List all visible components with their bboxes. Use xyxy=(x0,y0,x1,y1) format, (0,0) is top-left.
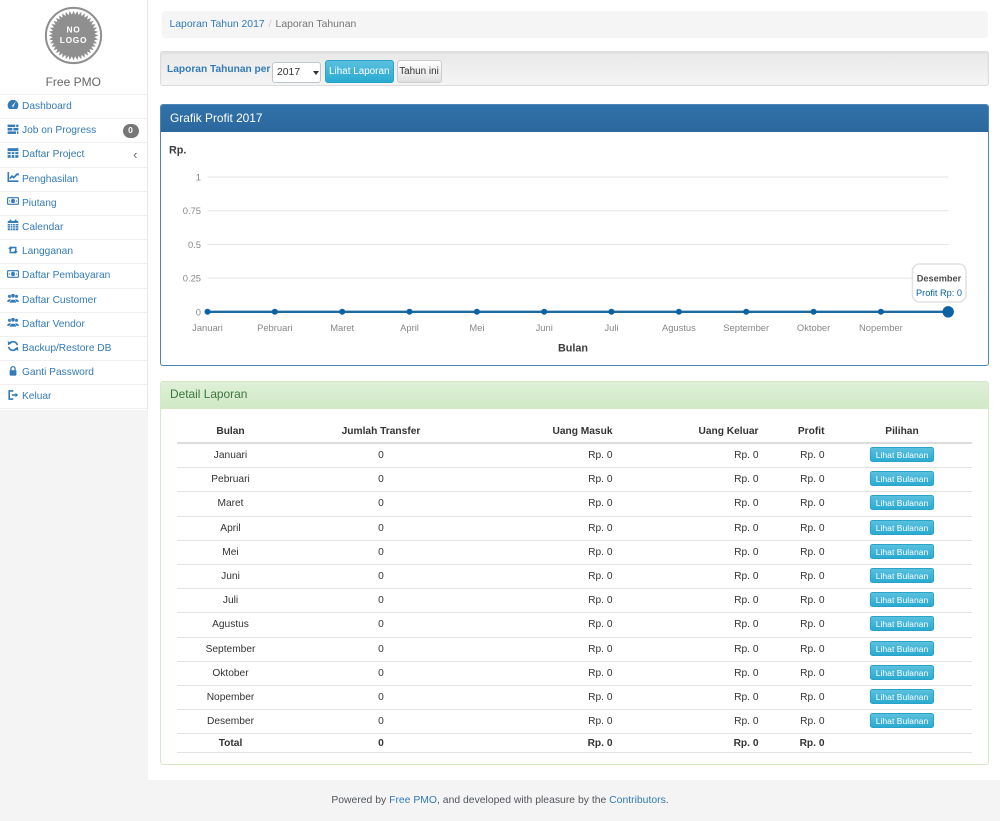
svg-text:NO: NO xyxy=(66,25,80,35)
svg-text:Mei: Mei xyxy=(469,322,484,333)
svg-text:Rp.: Rp. xyxy=(169,144,186,156)
svg-text:Agustus: Agustus xyxy=(661,322,695,333)
svg-text:Profit Rp: 0: Profit Rp: 0 xyxy=(916,287,962,297)
svg-text:Oktober: Oktober xyxy=(796,322,829,333)
svg-text:Juni: Juni xyxy=(535,322,552,333)
svg-text:LOGO: LOGO xyxy=(60,35,87,45)
svg-text:April: April xyxy=(400,322,419,333)
svg-text:1: 1 xyxy=(195,171,200,182)
svg-text:Maret: Maret xyxy=(330,322,354,333)
svg-text:Pebruari: Pebruari xyxy=(257,322,292,333)
svg-text:0.5: 0.5 xyxy=(187,238,200,249)
svg-text:Nopember: Nopember xyxy=(859,322,903,333)
svg-text:Bulan: Bulan xyxy=(558,342,588,354)
svg-text:0.25: 0.25 xyxy=(182,272,200,283)
svg-text:Desember: Desember xyxy=(916,273,961,283)
svg-text:September: September xyxy=(723,322,769,333)
svg-text:0: 0 xyxy=(195,306,200,317)
svg-text:Juli: Juli xyxy=(604,322,618,333)
svg-text:Januari: Januari xyxy=(192,322,223,333)
svg-text:0.75: 0.75 xyxy=(182,205,200,216)
